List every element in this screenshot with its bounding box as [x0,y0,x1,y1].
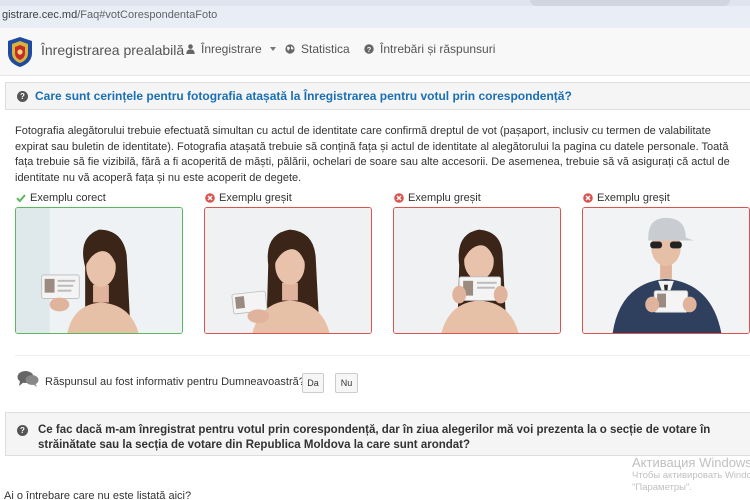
example-correct-label: Exemplu corect [16,192,106,204]
example-photo-wrong [393,207,561,334]
watermark-line-2: Чтобы активировать Windows, [632,470,750,481]
faq-question-2-title: Ce fac dacă m-am înregistrat pentru votu… [38,424,711,451]
caret-down-icon [269,47,276,51]
nav-statistica[interactable]: Statistica [285,42,350,56]
url-host: gistrare.cec.md [2,9,78,21]
example-wrong-label: Exemplu greșit [205,192,292,204]
question-circle-icon: ? [17,91,28,102]
question-circle-icon: ? [364,44,374,54]
times-circle-icon [394,193,404,203]
example-photo-wrong [582,207,750,334]
nav-inregistrare-dropdown[interactable]: Înregistrare [186,42,276,56]
nav-item-label: Statistica [301,42,350,56]
top-navbar: Înregistrarea prealabilă Înregistrare St… [0,28,750,76]
times-circle-icon [205,193,215,203]
section-divider [15,355,750,356]
watermark-line-3: "Параметры". [632,482,693,493]
svg-text:?: ? [367,45,372,54]
faq-answer-1-text: Fotografia alegătorului trebuie efectuat… [15,125,730,184]
example-photo-correct [15,207,183,334]
feedback-yes-button[interactable]: Da [302,373,324,393]
example-label-text: Exemplu corect [30,192,106,204]
faq-question-1-heading[interactable]: ? Care sunt cerințele pentru fotografia … [5,82,750,110]
windows-activation-watermark: Активация Windows Чтобы активировать Win… [632,455,750,494]
user-icon [186,44,195,54]
faq-question-1-title: Care sunt cerințele pentru fotografia at… [35,89,572,103]
nav-item-label: Întrebări și răspunsuri [380,42,496,56]
example-label-text: Exemplu greșit [597,192,670,204]
unlisted-question-prompt: Ai o întrebare care nu este listată aici… [4,490,192,500]
moldova-coat-of-arms-logo[interactable] [5,35,35,69]
example-wrong-label: Exemplu greșit [583,192,670,204]
example-photo-wrong [204,207,372,334]
url-field[interactable]: gistrare.cec.md/Faq#votCorespondentaFoto [0,9,217,27]
browser-address-bar: gistrare.cec.md/Faq#votCorespondentaFoto [0,0,750,28]
example-wrong-label: Exemplu greșit [394,192,481,204]
nav-item-label: Înregistrare [201,42,262,56]
feedback-no-button[interactable]: Nu [335,373,358,393]
comments-icon [17,371,39,387]
times-circle-icon [583,193,593,203]
site-brand[interactable]: Înregistrarea prealabilă [41,42,184,58]
feedback-question: Răspunsul au fost informativ pentru Dumn… [45,376,305,388]
watermark-line-1: Активация Windows [632,455,750,470]
question-circle-icon: ? [17,425,28,436]
example-label-text: Exemplu greșit [219,192,292,204]
check-icon [16,194,26,203]
faq-question-2-heading[interactable]: ? Ce fac dacă m-am înregistrat pentru vo… [5,412,750,456]
url-path: /Faq#votCorespondentaFoto [77,9,218,21]
browser-tab[interactable] [530,0,730,6]
nav-intrebari-raspunsuri[interactable]: ? Întrebări și răspunsuri [364,42,495,56]
example-label-text: Exemplu greșit [408,192,481,204]
globe-icon [285,44,295,54]
